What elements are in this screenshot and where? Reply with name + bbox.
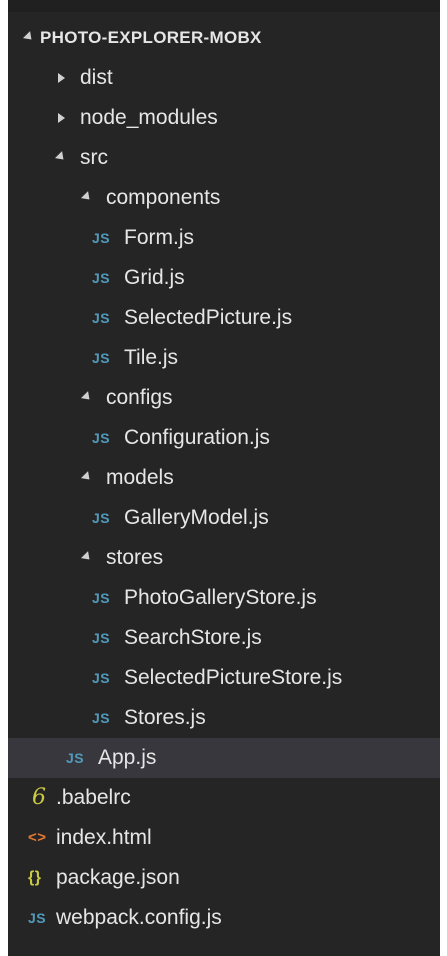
html-file-icon: <> xyxy=(28,829,47,846)
chevron-right-icon xyxy=(54,58,68,98)
tree-item-label: src xyxy=(80,146,108,169)
tree-item-selectedpicturestore-js[interactable]: JS SelectedPictureStore.js xyxy=(8,658,440,698)
js-file-icon: JS xyxy=(92,270,111,286)
chevron-down-icon xyxy=(80,178,94,218)
chevron-down-icon xyxy=(80,378,94,418)
tree-item-dist[interactable]: dist xyxy=(8,58,440,98)
js-file-icon: JS xyxy=(92,310,111,326)
js-file-icon: JS xyxy=(92,710,111,726)
tree-item-models[interactable]: models xyxy=(8,458,440,498)
tree-item-label: Grid.js xyxy=(124,266,185,289)
tree-item-tile-js[interactable]: JS Tile.js xyxy=(8,338,440,378)
tree-item-label: dist xyxy=(80,66,113,89)
chevron-down-icon xyxy=(80,458,94,498)
chevron-down-icon xyxy=(54,138,68,178)
tree-item-webpack-config-js[interactable]: JS webpack.config.js xyxy=(8,898,440,938)
chevron-right-icon xyxy=(54,98,68,138)
tree-item-components[interactable]: components xyxy=(8,178,440,218)
chevron-down-icon xyxy=(22,18,36,58)
js-file-icon: JS xyxy=(92,510,111,526)
tree-item-form-js[interactable]: JS Form.js xyxy=(8,218,440,258)
chevron-down-icon xyxy=(80,538,94,578)
tree-item-src[interactable]: src xyxy=(8,138,440,178)
tree-item-label: App.js xyxy=(98,746,157,769)
tree-item-stores-js[interactable]: JS Stores.js xyxy=(8,698,440,738)
js-file-icon: JS xyxy=(92,590,111,606)
tree-item-label: .babelrc xyxy=(56,786,131,809)
scrolled-off-row xyxy=(8,0,440,12)
tree-item-label: components xyxy=(106,186,221,209)
tree-item-label: PhotoGalleryStore.js xyxy=(124,586,317,609)
tree-item-label: configs xyxy=(106,386,173,409)
file-tree: PHOTO-EXPLORER-MOBX dist node_modules sr… xyxy=(8,18,440,938)
tree-item-label: SearchStore.js xyxy=(124,626,262,649)
tree-item-package-json[interactable]: {} package.json xyxy=(8,858,440,898)
tree-item-label: package.json xyxy=(56,866,180,889)
tree-item-label: stores xyxy=(106,546,164,569)
js-file-icon: JS xyxy=(92,230,111,246)
tree-item-grid-js[interactable]: JS Grid.js xyxy=(8,258,440,298)
tree-item-app-js[interactable]: JS App.js xyxy=(8,738,440,778)
tree-item-label: Stores.js xyxy=(124,706,206,729)
tree-item-photogallerystore-js[interactable]: JS PhotoGalleryStore.js xyxy=(8,578,440,618)
tree-item-searchstore-js[interactable]: JS SearchStore.js xyxy=(8,618,440,658)
json-file-icon: {} xyxy=(28,869,42,886)
tree-item-stores[interactable]: stores xyxy=(8,538,440,578)
tree-item-label: node_modules xyxy=(80,106,218,129)
tree-item-index-html[interactable]: <> index.html xyxy=(8,818,440,858)
js-file-icon: JS xyxy=(92,630,111,646)
explorer-panel: PHOTO-EXPLORER-MOBX dist node_modules sr… xyxy=(8,0,440,956)
tree-item-label: models xyxy=(106,466,174,489)
tree-item-label: Tile.js xyxy=(124,346,179,369)
js-file-icon: JS xyxy=(66,750,85,766)
tree-item-label: Configuration.js xyxy=(124,426,270,449)
tree-item-label: SelectedPictureStore.js xyxy=(124,666,343,689)
tree-item-configuration-js[interactable]: JS Configuration.js xyxy=(8,418,440,458)
js-file-icon: JS xyxy=(92,670,111,686)
root-folder-label: PHOTO-EXPLORER-MOBX xyxy=(40,28,262,47)
js-file-icon: JS xyxy=(92,350,111,366)
tree-item-label: SelectedPicture.js xyxy=(124,306,293,329)
js-file-icon: JS xyxy=(28,910,47,926)
tree-item-label: webpack.config.js xyxy=(56,906,222,929)
tree-item-babelrc[interactable]: 6 .babelrc xyxy=(8,778,440,818)
tree-item-label: GalleryModel.js xyxy=(124,506,269,529)
babel-file-icon: 6 xyxy=(32,785,47,810)
tree-item-selectedpicture-js[interactable]: JS SelectedPicture.js xyxy=(8,298,440,338)
js-file-icon: JS xyxy=(92,430,111,446)
tree-item-gallerymodel-js[interactable]: JS GalleryModel.js xyxy=(8,498,440,538)
tree-item-label: index.html xyxy=(56,826,152,849)
tree-item-configs[interactable]: configs xyxy=(8,378,440,418)
tree-item-node-modules[interactable]: node_modules xyxy=(8,98,440,138)
explorer-root-header[interactable]: PHOTO-EXPLORER-MOBX xyxy=(8,18,440,58)
tree-item-label: Form.js xyxy=(124,226,194,249)
